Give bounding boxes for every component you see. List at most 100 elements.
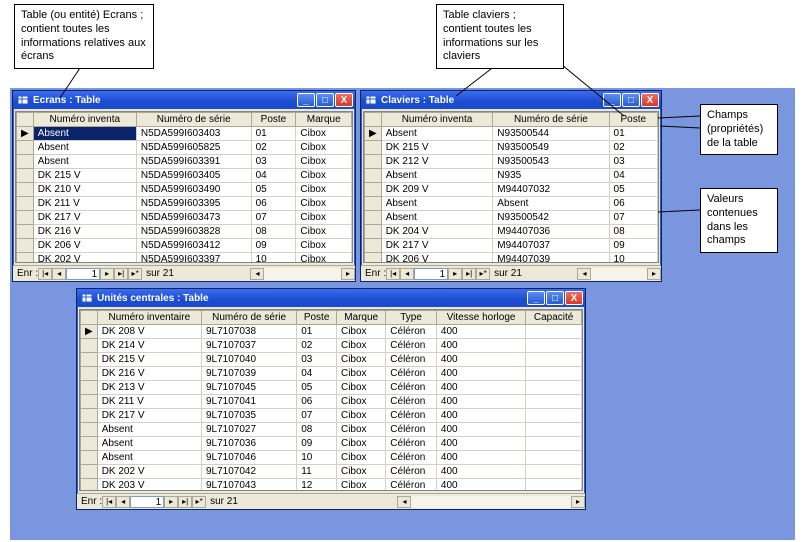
row-header[interactable]: [365, 239, 382, 253]
cell[interactable]: 07: [609, 211, 657, 225]
rec-number[interactable]: 1: [130, 496, 164, 508]
table-row[interactable]: DK 211 V9L710704106CiboxCéléron400: [81, 395, 582, 409]
column-header[interactable]: Poste: [609, 113, 657, 127]
cell[interactable]: DK 216 V: [97, 367, 201, 381]
scroll-track[interactable]: [264, 268, 341, 280]
cell[interactable]: Cibox: [296, 239, 352, 253]
cell[interactable]: Absent: [97, 437, 201, 451]
nav-new[interactable]: ▸*: [476, 268, 490, 280]
cell[interactable]: 400: [436, 409, 525, 423]
cell[interactable]: 06: [251, 197, 296, 211]
cell[interactable]: [526, 395, 582, 409]
cell[interactable]: Cibox: [336, 381, 385, 395]
row-header[interactable]: [17, 197, 34, 211]
table-row[interactable]: ▶AbsentN9350054401: [365, 127, 658, 141]
row-header[interactable]: [81, 381, 98, 395]
cell[interactable]: 400: [436, 437, 525, 451]
column-header[interactable]: Capacité: [526, 311, 582, 325]
cell[interactable]: 08: [297, 423, 337, 437]
table-row[interactable]: DK 213 V9L710704505CiboxCéléron400: [81, 381, 582, 395]
row-header[interactable]: [81, 367, 98, 381]
cell[interactable]: N93500549: [493, 141, 609, 155]
cell[interactable]: Absent: [33, 155, 136, 169]
cell[interactable]: N5DA599I603828: [136, 225, 251, 239]
table-row[interactable]: DK 217 VM9440703709: [365, 239, 658, 253]
cell[interactable]: 11: [297, 465, 337, 479]
row-header[interactable]: [365, 253, 382, 264]
cell[interactable]: Céléron: [386, 451, 437, 465]
cell[interactable]: 08: [251, 225, 296, 239]
cell[interactable]: 02: [297, 339, 337, 353]
cell[interactable]: Cibox: [336, 367, 385, 381]
table-row[interactable]: DK 206 VN5DA599I60341209Cibox: [17, 239, 352, 253]
cell[interactable]: 09: [609, 239, 657, 253]
cell[interactable]: 9L7107037: [201, 339, 296, 353]
cell[interactable]: 02: [251, 141, 296, 155]
cell[interactable]: DK 206 V: [33, 239, 136, 253]
cell[interactable]: DK 211 V: [97, 395, 201, 409]
cell[interactable]: Absent: [381, 127, 493, 141]
nav-first[interactable]: |◂: [102, 496, 116, 508]
cell[interactable]: 400: [436, 395, 525, 409]
scroll-track[interactable]: [591, 268, 647, 280]
cell[interactable]: 01: [251, 127, 296, 141]
row-header[interactable]: [17, 225, 34, 239]
cell[interactable]: 04: [297, 367, 337, 381]
table-row[interactable]: ▶AbsentN5DA599I60340301Cibox: [17, 127, 352, 141]
cell[interactable]: 400: [436, 325, 525, 339]
table-row[interactable]: DK 210 VN5DA599I60349005Cibox: [17, 183, 352, 197]
row-header[interactable]: [81, 451, 98, 465]
grid-unites[interactable]: Numéro inventaireNuméro de sériePosteMar…: [79, 309, 583, 491]
table-row[interactable]: ▶DK 208 V9L710703801CiboxCéléron400: [81, 325, 582, 339]
cell[interactable]: M94407036: [493, 225, 609, 239]
cell[interactable]: [526, 325, 582, 339]
table-row[interactable]: AbsentN5DA599I60582502Cibox: [17, 141, 352, 155]
titlebar-ecrans[interactable]: Ecrans : Table _ □ X: [13, 91, 355, 109]
cell[interactable]: [526, 367, 582, 381]
cell[interactable]: 09: [251, 239, 296, 253]
cell[interactable]: DK 217 V: [97, 409, 201, 423]
cell[interactable]: Céléron: [386, 325, 437, 339]
row-header[interactable]: ▶: [17, 127, 34, 141]
cell[interactable]: N93500544: [493, 127, 609, 141]
table-row[interactable]: DK 202 V9L710704211CiboxCéléron400: [81, 465, 582, 479]
cell[interactable]: Cibox: [296, 155, 352, 169]
cell[interactable]: DK 215 V: [381, 141, 493, 155]
row-header[interactable]: [365, 197, 382, 211]
cell[interactable]: N93500542: [493, 211, 609, 225]
cell[interactable]: 9L7107038: [201, 325, 296, 339]
row-header[interactable]: [17, 155, 34, 169]
cell[interactable]: Cibox: [296, 183, 352, 197]
nav-next[interactable]: ▸: [100, 268, 114, 280]
grid-ecrans[interactable]: Numéro inventaNuméro de sériePosteMarque…: [15, 111, 353, 263]
cell[interactable]: 9L7107041: [201, 395, 296, 409]
table-row[interactable]: DK 206 VM9440703910: [365, 253, 658, 264]
cell[interactable]: 05: [297, 381, 337, 395]
cell[interactable]: DK 212 V: [381, 155, 493, 169]
column-header[interactable]: Marque: [336, 311, 385, 325]
cell[interactable]: N5DA599I603403: [136, 127, 251, 141]
row-header[interactable]: [81, 353, 98, 367]
row-header[interactable]: [17, 169, 34, 183]
grid-claviers[interactable]: Numéro inventaNuméro de sériePoste▶Absen…: [363, 111, 659, 263]
row-header[interactable]: [17, 183, 34, 197]
cell[interactable]: DK 214 V: [97, 339, 201, 353]
column-header[interactable]: Numéro inventaire: [97, 311, 201, 325]
cell[interactable]: Céléron: [386, 353, 437, 367]
row-header[interactable]: [81, 423, 98, 437]
cell[interactable]: N5DA599I603473: [136, 211, 251, 225]
cell[interactable]: 9L7107035: [201, 409, 296, 423]
minimize-button[interactable]: _: [527, 291, 545, 305]
row-header[interactable]: [81, 465, 98, 479]
nav-last[interactable]: ▸|: [114, 268, 128, 280]
cell[interactable]: DK 215 V: [97, 353, 201, 367]
cell[interactable]: 9L7107043: [201, 479, 296, 492]
column-header[interactable]: Vitesse horloge: [436, 311, 525, 325]
table-row[interactable]: AbsentN9350054207: [365, 211, 658, 225]
table-row[interactable]: Absent9L710702708CiboxCéléron400: [81, 423, 582, 437]
table-row[interactable]: AbsentN93504: [365, 169, 658, 183]
row-header[interactable]: [365, 155, 382, 169]
nav-prev[interactable]: ◂: [400, 268, 414, 280]
cell[interactable]: Cibox: [296, 197, 352, 211]
cell[interactable]: DK 209 V: [381, 183, 493, 197]
